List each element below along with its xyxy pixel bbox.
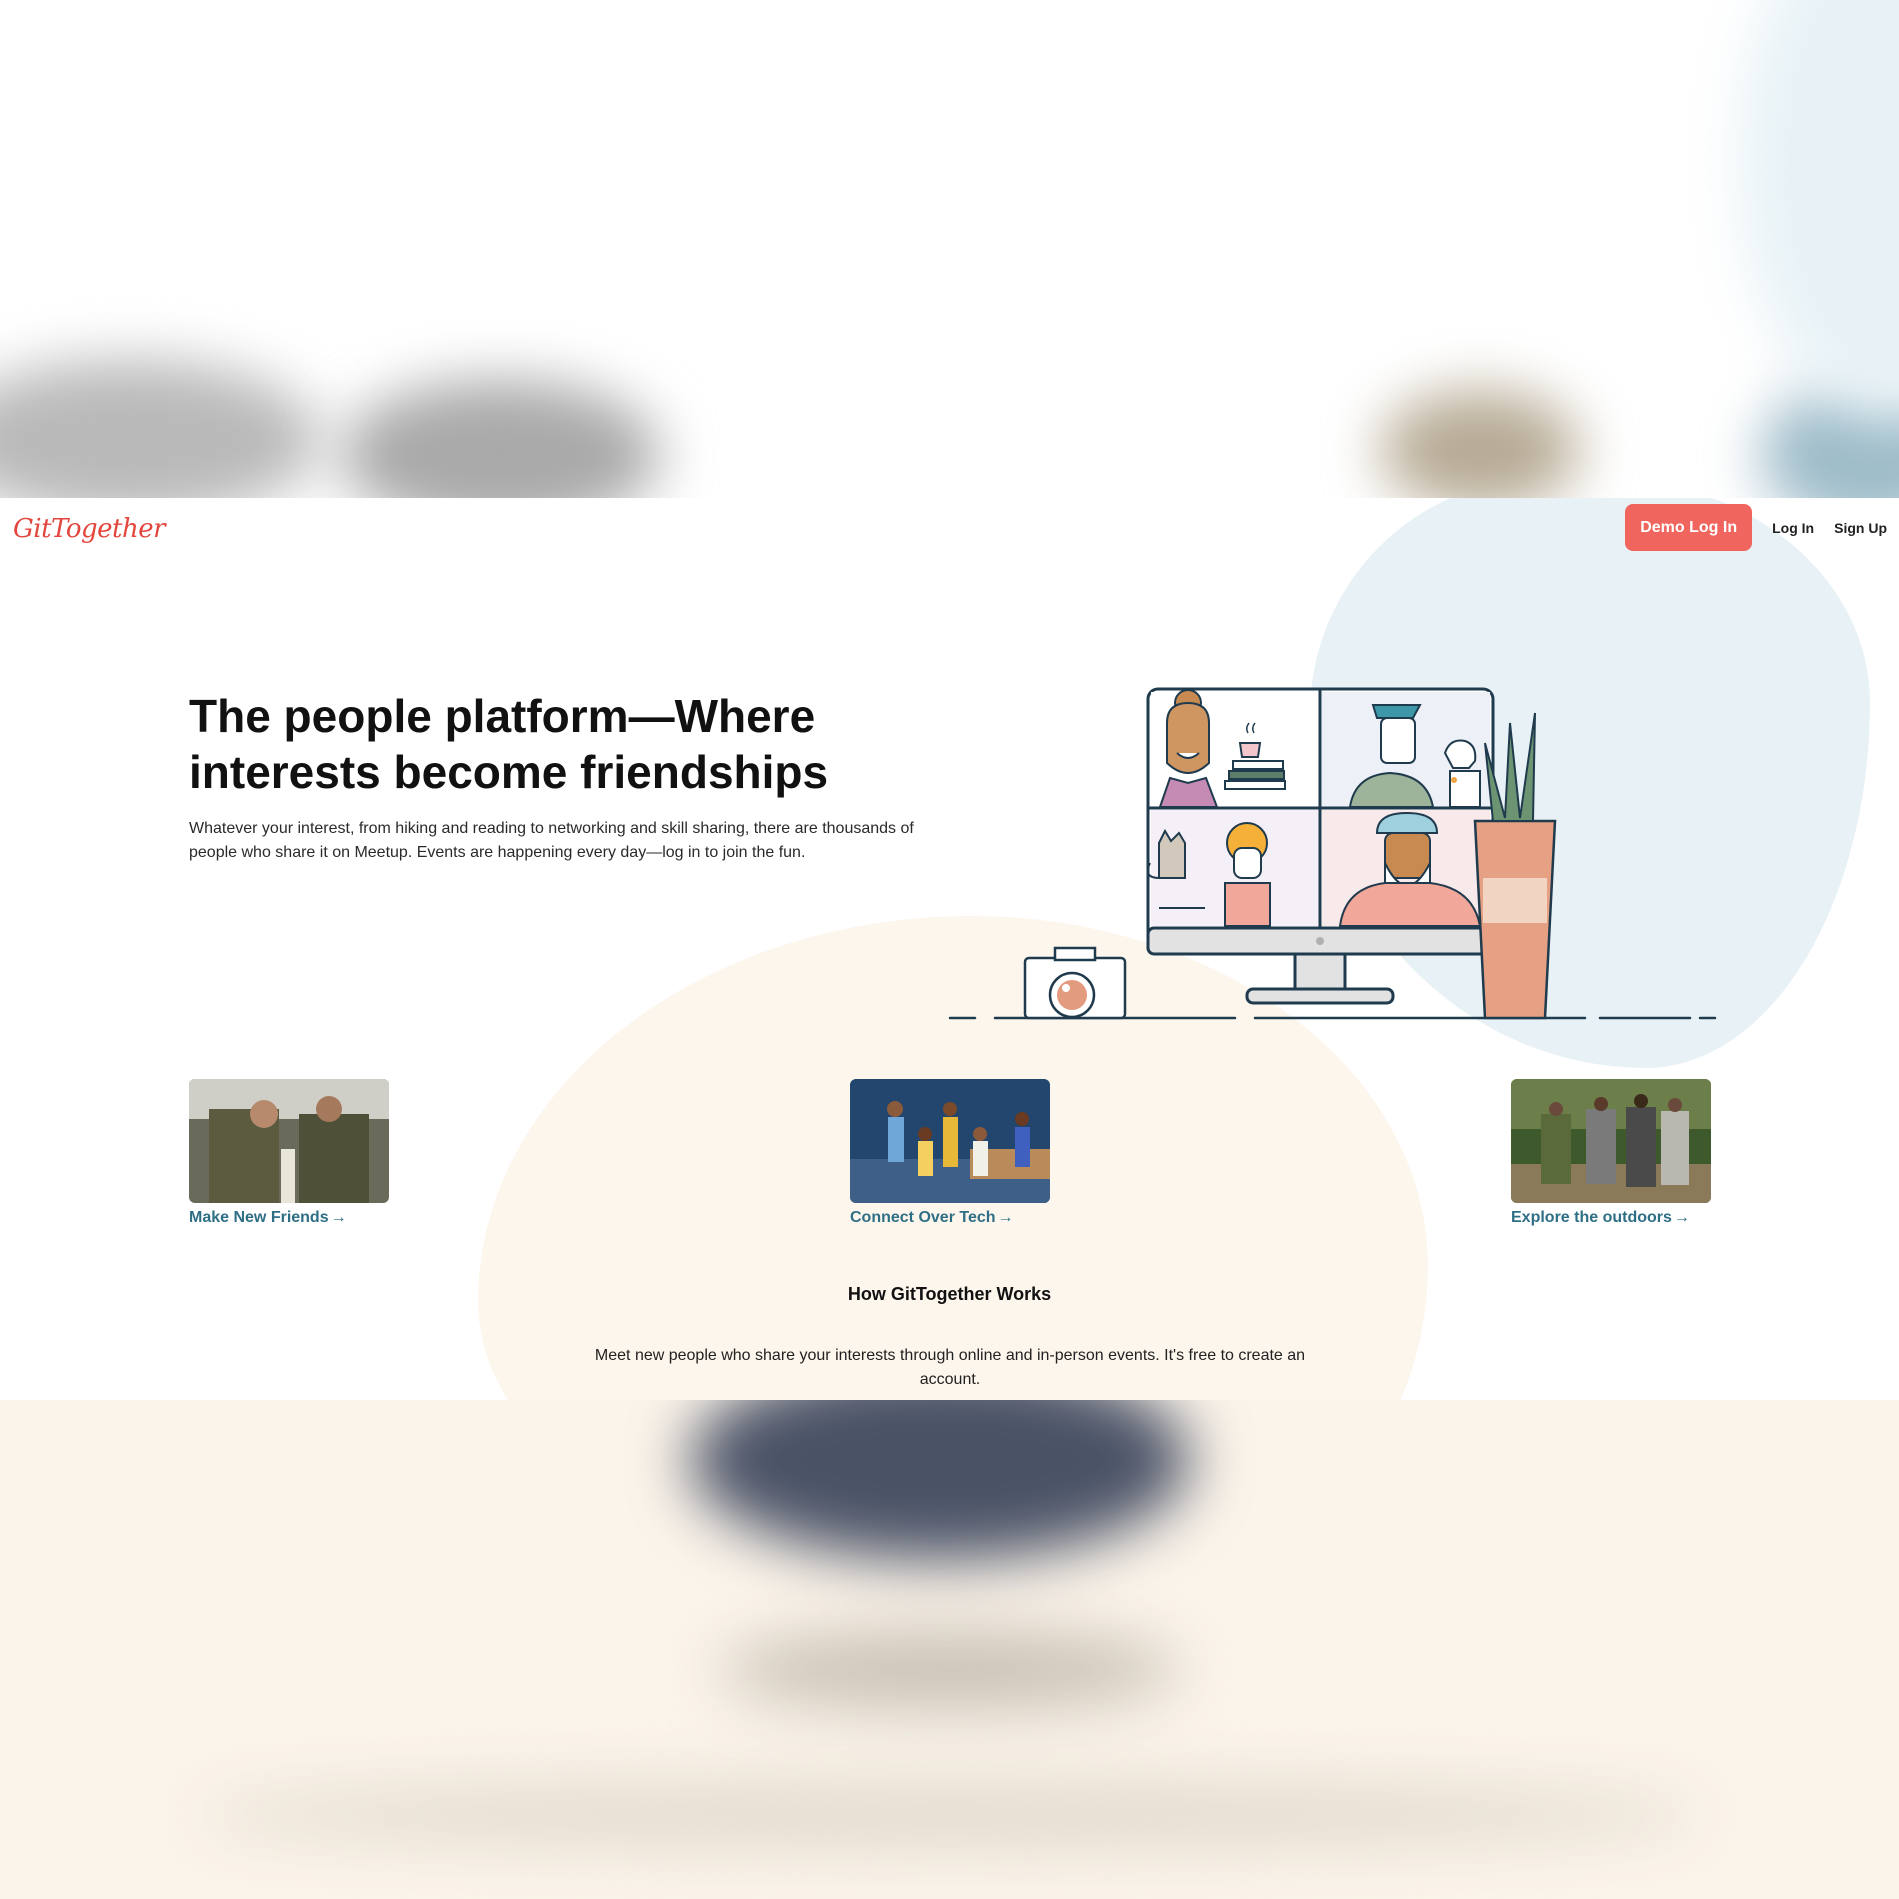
card-image-friends[interactable] [189, 1079, 389, 1203]
card-explore-outdoors[interactable]: Explore the outdoors → [1511, 1079, 1711, 1227]
blur-shape [1740, 0, 1899, 420]
card-connect-over-tech[interactable]: Connect Over Tech → [850, 1079, 1050, 1227]
blur-shape [720, 1630, 1180, 1710]
landing-page: GitTogether Demo Log In Log In Sign Up T… [0, 498, 1899, 1400]
login-link[interactable]: Log In [1772, 520, 1814, 536]
card-label: Connect Over Tech [850, 1209, 996, 1226]
card-link-friends[interactable]: Make New Friends → [189, 1209, 389, 1227]
blur-shape [0, 360, 320, 498]
arrow-right-icon: → [330, 1209, 347, 1226]
logo[interactable]: GitTogether [13, 514, 166, 544]
card-make-new-friends[interactable]: Make New Friends → [189, 1079, 389, 1227]
how-it-works-text: Meet new people who share your interests… [594, 1347, 1306, 1388]
card-label: Make New Friends [189, 1209, 329, 1226]
hero-title: The people platform—Where interests beco… [189, 690, 829, 798]
blur-shape [690, 1400, 1190, 1560]
blur-shape [340, 380, 660, 498]
card-link-outdoors[interactable]: Explore the outdoors → [1511, 1209, 1711, 1227]
card-label: Explore the outdoors [1511, 1209, 1672, 1226]
video-call-illustration [948, 687, 1717, 1020]
arrow-right-icon: → [1673, 1209, 1690, 1226]
demo-login-button[interactable]: Demo Log In [1625, 504, 1753, 551]
blur-shape [1380, 390, 1580, 498]
card-link-tech[interactable]: Connect Over Tech → [850, 1209, 1050, 1227]
how-it-works-title: How GitTogether Works [847, 1284, 1052, 1304]
blur-shape [200, 1780, 1700, 1850]
hero-subtitle: Whatever your interest, from hiking and … [189, 820, 914, 861]
blurred-top-region [0, 0, 1899, 498]
arrow-right-icon: → [997, 1209, 1014, 1226]
top-nav: Demo Log In Log In Sign Up [1625, 504, 1887, 551]
card-image-outdoors[interactable] [1511, 1079, 1711, 1203]
blurred-bottom-region [0, 1400, 1899, 1899]
signup-link[interactable]: Sign Up [1834, 520, 1887, 536]
card-image-tech[interactable] [850, 1079, 1050, 1203]
